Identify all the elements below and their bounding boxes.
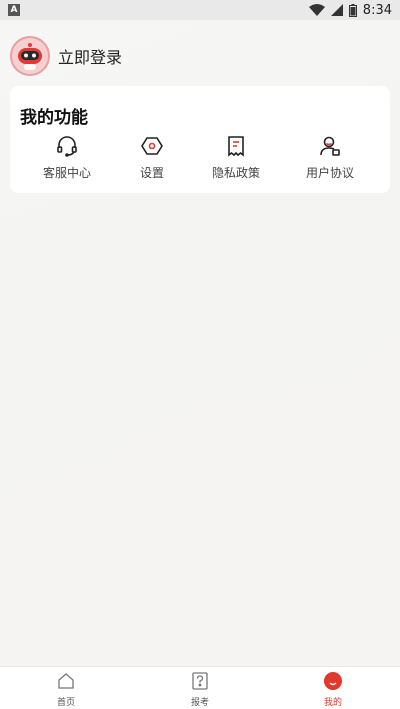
- login-link[interactable]: 立即登录: [58, 44, 122, 68]
- user-agreement-icon: [320, 136, 340, 156]
- function-label: 客服中心: [42, 166, 91, 180]
- status-right: 8:34: [308, 2, 392, 18]
- document-icon: [228, 136, 244, 157]
- signal-icon: [330, 4, 343, 16]
- nav-item-home[interactable]: 首页: [26, 671, 106, 708]
- status-bar: A 8:34: [0, 0, 400, 20]
- nav-label-home: 首页: [56, 698, 75, 708]
- function-item-settings[interactable]: 设置: [112, 134, 192, 181]
- function-label: 设置: [139, 166, 164, 180]
- function-label: 用户协议: [305, 166, 354, 180]
- wifi-icon: [308, 4, 325, 16]
- my-functions-card: 我的功能 客服中心 设置 隐私政策 用户协议: [10, 86, 390, 193]
- bottom-nav: 首页 报考 我的: [0, 666, 400, 709]
- nav-item-mine[interactable]: 我的: [293, 671, 373, 708]
- function-item-customer-service[interactable]: 客服中心: [27, 134, 107, 181]
- functions-row: 客服中心 设置 隐私政策 用户协议: [10, 134, 390, 182]
- status-time: 8:34: [362, 2, 392, 18]
- robot-avatar-icon[interactable]: [10, 36, 50, 76]
- notification-badge-icon: A: [8, 4, 20, 16]
- function-item-privacy-policy[interactable]: 隐私政策: [196, 134, 276, 181]
- nav-item-exam[interactable]: 报考: [160, 671, 240, 708]
- function-label: 隐私政策: [211, 166, 260, 180]
- settings-icon: [141, 137, 163, 155]
- home-icon: [58, 673, 74, 689]
- headset-icon: [57, 136, 77, 157]
- battery-icon: [348, 3, 357, 17]
- question-icon: [192, 672, 208, 690]
- profile-icon: [324, 672, 342, 690]
- nav-label-exam: 报考: [190, 698, 209, 708]
- login-row[interactable]: 立即登录: [10, 36, 122, 76]
- status-left: A: [8, 4, 20, 16]
- nav-label-mine: 我的: [323, 698, 342, 708]
- function-item-user-agreement[interactable]: 用户协议: [290, 134, 370, 181]
- my-functions-title: 我的功能: [20, 108, 88, 128]
